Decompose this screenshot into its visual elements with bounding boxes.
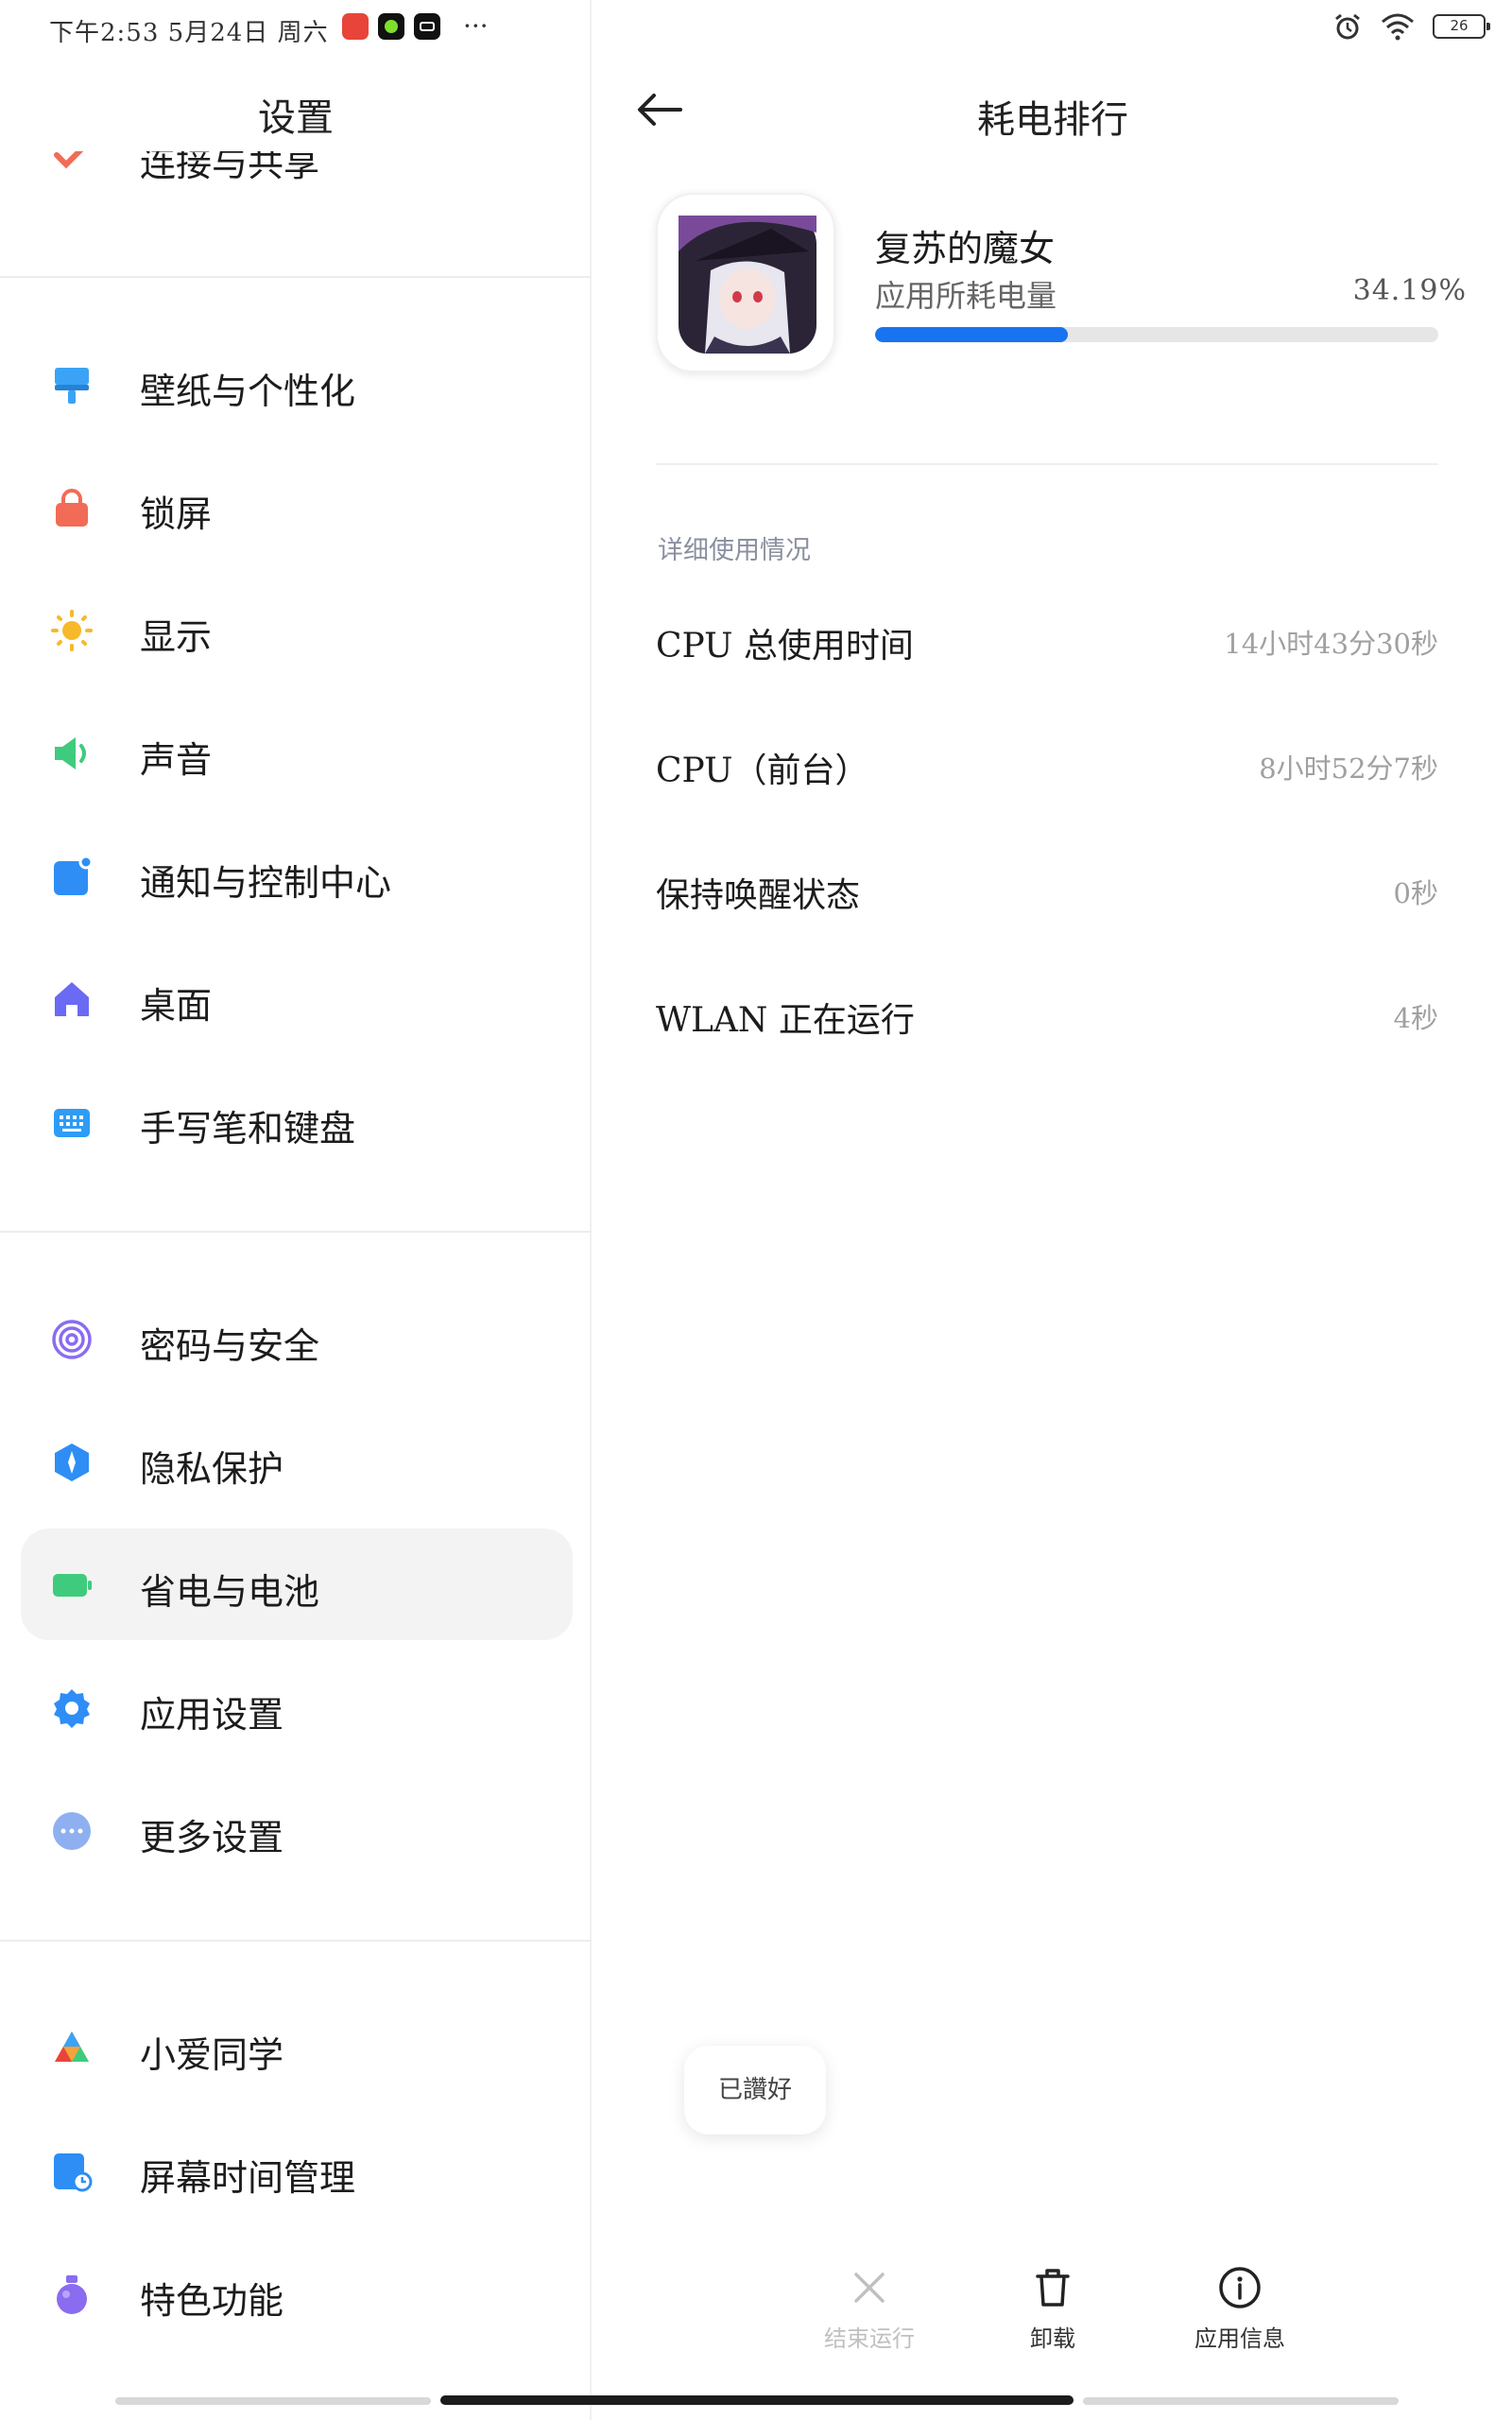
action-label: 结束运行 (824, 2325, 915, 2352)
sidebar-item-password-security[interactable]: 密码与安全 (21, 1283, 573, 1394)
usage-row-cpu-total: CPU 总使用时间 14小时43分30秒 (656, 607, 1438, 673)
app-character-icon (658, 195, 833, 371)
sidebar-item-wallpaper[interactable]: 壁纸与个性化 (21, 328, 573, 440)
usage-row-wlan: WLAN 正在运行 4秒 (656, 981, 1438, 1047)
sidebar-divider (0, 1940, 592, 1942)
sidebar-item-lockscreen[interactable]: 锁屏 (21, 451, 573, 562)
screen-time-icon (54, 2153, 93, 2192)
action-label: 应用信息 (1194, 2325, 1285, 2352)
keyboard-icon (54, 1109, 90, 1137)
uninstall-button[interactable]: 卸载 (968, 2265, 1138, 2353)
usage-row-label: CPU（前台） (656, 752, 869, 790)
sidebar-item-display[interactable]: 显示 (21, 574, 573, 685)
app-name: 复苏的魔女 (875, 228, 1056, 269)
sidebar-item-label: 声音 (140, 739, 213, 781)
usage-row-keep-awake: 保持唤醒状态 0秒 (656, 856, 1438, 923)
sidebar-item-label: 通知与控制中心 (140, 862, 392, 904)
usage-row-value: 8小时52分7秒 (1259, 752, 1438, 785)
usage-percent: 34.19% (1352, 274, 1467, 307)
sidebar-divider (0, 276, 592, 278)
xiaoai-icon (55, 2031, 89, 2062)
sidebar-item-label: 小爱同学 (140, 2034, 284, 2076)
section-divider (656, 463, 1438, 465)
action-label: 卸载 (1030, 2325, 1075, 2352)
notification-icon (54, 856, 93, 895)
sidebar-item-label: 特色功能 (140, 2280, 284, 2322)
fingerprint-icon (52, 1320, 92, 1359)
sidebar-item-more-settings[interactable]: 更多设置 (21, 1774, 573, 1886)
app-info-button[interactable]: 应用信息 (1155, 2265, 1325, 2353)
battery-ranking-detail: 耗电排行 复苏的魔女 应用所耗电量 34.19% 详细使用情况 CPU 总使用时… (593, 0, 1512, 2420)
sidebar-item-label: 应用设置 (140, 1694, 284, 1736)
sidebar-item-screen-time[interactable]: 屏幕时间管理 (21, 2115, 573, 2226)
info-icon (1219, 2267, 1261, 2308)
nav-handle-right[interactable] (1083, 2397, 1399, 2405)
sidebar-item-label: 连接与共享 (140, 151, 320, 184)
sidebar-divider (0, 1231, 592, 1233)
sidebar-item-features[interactable]: 特色功能 (21, 2238, 573, 2349)
usage-row-label: WLAN 正在运行 (656, 1001, 915, 1040)
gear-icon (54, 1689, 90, 1728)
sidebar-item-sound[interactable]: 声音 (21, 697, 573, 808)
page-title: 耗电排行 (977, 98, 1128, 142)
section-title: 详细使用情况 (658, 536, 811, 565)
sidebar-item-xiaoai[interactable]: 小爱同学 (21, 1992, 573, 2103)
nav-handle-main[interactable] (440, 2395, 1074, 2405)
trash-icon (1036, 2269, 1070, 2307)
usage-row-value: 14小时43分30秒 (1224, 628, 1438, 660)
sidebar-item-keyboard[interactable]: 手写笔和键盘 (21, 1065, 573, 1177)
sidebar-item-label: 手写笔和键盘 (140, 1108, 356, 1150)
toast-message: 已讚好 (684, 2046, 826, 2135)
sidebar-item-label: 显示 (140, 616, 213, 658)
sidebar-item-label: 壁纸与个性化 (140, 371, 356, 412)
usage-label: 应用所耗电量 (875, 278, 1057, 314)
sidebar-item-battery[interactable]: 省电与电池 (21, 1529, 573, 1640)
sidebar-item-label: 更多设置 (140, 1817, 284, 1858)
battery-icon (53, 1574, 92, 1597)
usage-progress-fill (875, 327, 1068, 342)
sidebar-item-label: 锁屏 (140, 493, 213, 535)
usage-progress-bar (875, 327, 1438, 342)
usage-row-value: 4秒 (1393, 1002, 1438, 1034)
privacy-icon (55, 1443, 89, 1481)
usage-row-label: 保持唤醒状态 (656, 876, 861, 915)
sidebar-item-label: 桌面 (140, 985, 213, 1027)
sidebar-item-desktop[interactable]: 桌面 (21, 942, 573, 1054)
sidebar-item-notifications[interactable]: 通知与控制中心 (21, 820, 573, 931)
sidebar-item-label: 密码与安全 (140, 1325, 320, 1367)
nav-handle-left[interactable] (115, 2397, 431, 2405)
lock-icon (56, 489, 88, 527)
close-icon (854, 2273, 885, 2303)
speaker-icon (55, 737, 86, 769)
sun-icon (51, 610, 93, 651)
connection-icon (54, 151, 84, 169)
usage-row-value: 0秒 (1393, 877, 1438, 909)
sidebar-title: 设置 (258, 96, 334, 140)
wallpaper-icon (55, 368, 89, 404)
potion-icon (57, 2275, 87, 2314)
usage-row-cpu-foreground: CPU（前台） 8小时52分7秒 (656, 732, 1438, 798)
sidebar-item-connection-partial[interactable]: 连接与共享 (0, 151, 592, 189)
usage-row-label: CPU 总使用时间 (656, 627, 914, 666)
sidebar-item-app-settings[interactable]: 应用设置 (21, 1651, 573, 1763)
more-icon (53, 1812, 91, 1850)
sidebar-item-label: 隐私保护 (140, 1448, 284, 1490)
app-icon (656, 193, 835, 372)
settings-sidebar: 设置 连接与共享 壁纸与个性化 锁屏 显示 声音 通知与控制中心 桌面 手写笔和… (0, 0, 592, 2420)
sidebar-item-label: 屏幕时间管理 (140, 2157, 356, 2199)
sidebar-item-privacy[interactable]: 隐私保护 (21, 1406, 573, 1517)
home-icon (55, 982, 89, 1016)
force-stop-button[interactable]: 结束运行 (784, 2265, 954, 2353)
sidebar-item-label: 省电与电池 (140, 1571, 320, 1613)
